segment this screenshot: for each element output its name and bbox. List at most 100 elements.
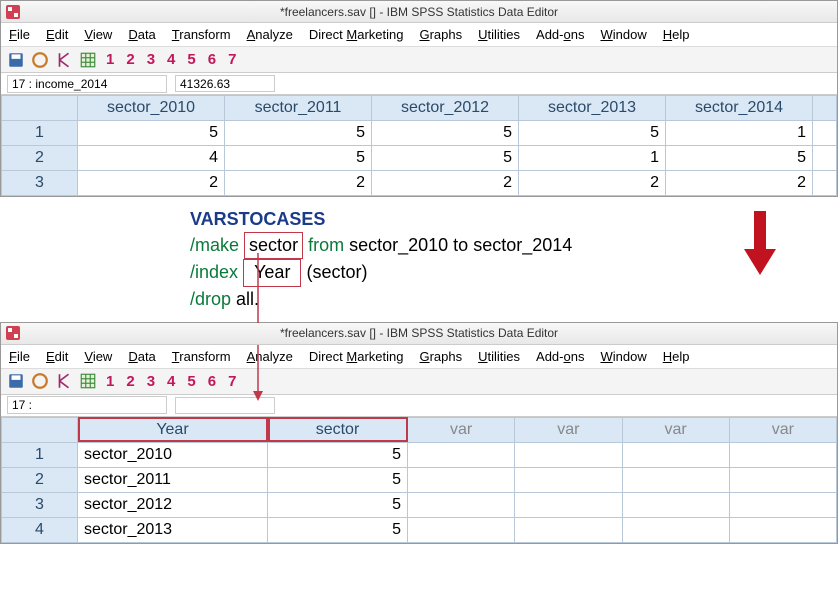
- menu-edit[interactable]: Edit: [46, 27, 68, 42]
- menu-help[interactable]: Help: [663, 27, 690, 42]
- data-cell-empty[interactable]: [515, 517, 622, 542]
- data-cell[interactable]: 5: [268, 442, 408, 467]
- data-grid[interactable]: sector_2010 sector_2011 sector_2012 sect…: [1, 95, 837, 196]
- col-header[interactable]: sector_2013: [519, 96, 666, 121]
- data-cell-empty[interactable]: [729, 442, 836, 467]
- menu-direct-marketing[interactable]: Direct Marketing: [309, 27, 404, 42]
- data-cell-empty[interactable]: [813, 146, 837, 171]
- data-cell-empty[interactable]: [622, 517, 729, 542]
- col-header-var[interactable]: var: [622, 417, 729, 442]
- data-cell-empty[interactable]: [408, 492, 515, 517]
- data-cell[interactable]: 5: [268, 467, 408, 492]
- col-header[interactable]: sector_2011: [225, 96, 372, 121]
- menu-view[interactable]: View: [84, 349, 112, 364]
- data-cell-empty[interactable]: [515, 442, 622, 467]
- row-header[interactable]: 1: [2, 121, 78, 146]
- table-row[interactable]: 245515: [2, 146, 837, 171]
- col-header[interactable]: sector_2012: [372, 96, 519, 121]
- data-cell-empty[interactable]: [622, 467, 729, 492]
- cell-value-box[interactable]: 41326.63: [175, 75, 275, 92]
- menu-edit[interactable]: Edit: [46, 349, 68, 364]
- menu-file[interactable]: File: [9, 349, 30, 364]
- data-cell[interactable]: 4: [78, 146, 225, 171]
- data-cell[interactable]: 5: [666, 146, 813, 171]
- row-header[interactable]: 2: [2, 146, 78, 171]
- menu-graphs[interactable]: Graphs: [419, 349, 462, 364]
- data-cell[interactable]: 1: [666, 121, 813, 146]
- goto-icon[interactable]: [55, 51, 73, 69]
- data-cell-empty[interactable]: [813, 121, 837, 146]
- menu-addons[interactable]: Add-ons: [536, 27, 584, 42]
- table-row[interactable]: 322222: [2, 171, 837, 196]
- data-cell-empty[interactable]: [729, 467, 836, 492]
- print-icon[interactable]: [31, 372, 49, 390]
- data-cell[interactable]: 2: [372, 171, 519, 196]
- row-header[interactable]: 3: [2, 492, 78, 517]
- menu-graphs[interactable]: Graphs: [419, 27, 462, 42]
- table-row[interactable]: 3sector_20125: [2, 492, 837, 517]
- col-header[interactable]: sector_2014: [666, 96, 813, 121]
- data-cell-empty[interactable]: [515, 492, 622, 517]
- data-cell-empty[interactable]: [408, 442, 515, 467]
- menu-data[interactable]: Data: [128, 349, 155, 364]
- toolbar-btn-7[interactable]: 7: [225, 373, 239, 390]
- menu-data[interactable]: Data: [128, 27, 155, 42]
- data-cell[interactable]: 5: [225, 121, 372, 146]
- data-cell-empty[interactable]: [408, 517, 515, 542]
- col-header-sector[interactable]: sector: [268, 417, 408, 442]
- cell-name-box[interactable]: 17 :: [7, 396, 167, 414]
- data-cell[interactable]: 5: [268, 492, 408, 517]
- col-header-var[interactable]: var: [408, 417, 515, 442]
- row-header[interactable]: 1: [2, 442, 78, 467]
- data-cell[interactable]: 5: [268, 517, 408, 542]
- menu-window[interactable]: Window: [600, 349, 646, 364]
- toolbar-btn-2[interactable]: 2: [123, 373, 137, 390]
- col-header-var[interactable]: var: [515, 417, 622, 442]
- goto-icon[interactable]: [55, 372, 73, 390]
- data-grid[interactable]: Year sector var var var var 1sector_2010…: [1, 417, 837, 543]
- data-cell[interactable]: 2: [519, 171, 666, 196]
- toolbar-btn-5[interactable]: 5: [184, 51, 198, 68]
- data-cell[interactable]: 5: [519, 121, 666, 146]
- toolbar-btn-5[interactable]: 5: [184, 373, 198, 390]
- grid-icon[interactable]: [79, 372, 97, 390]
- row-header[interactable]: 4: [2, 517, 78, 542]
- toolbar-btn-7[interactable]: 7: [225, 51, 239, 68]
- data-cell[interactable]: 2: [666, 171, 813, 196]
- toolbar-btn-3[interactable]: 3: [144, 51, 158, 68]
- data-cell[interactable]: 2: [78, 171, 225, 196]
- data-cell-empty[interactable]: [515, 467, 622, 492]
- toolbar-btn-4[interactable]: 4: [164, 373, 178, 390]
- menu-help[interactable]: Help: [663, 349, 690, 364]
- data-cell-empty[interactable]: [813, 171, 837, 196]
- toolbar-btn-4[interactable]: 4: [164, 51, 178, 68]
- toolbar-btn-1[interactable]: 1: [103, 51, 117, 68]
- menu-file[interactable]: File: [9, 27, 30, 42]
- col-header-year[interactable]: Year: [78, 417, 268, 442]
- data-cell[interactable]: 5: [78, 121, 225, 146]
- col-header-var[interactable]: var: [729, 417, 836, 442]
- row-header[interactable]: 2: [2, 467, 78, 492]
- toolbar-btn-1[interactable]: 1: [103, 373, 117, 390]
- menu-transform[interactable]: Transform: [172, 27, 231, 42]
- data-cell[interactable]: 1: [519, 146, 666, 171]
- grid-icon[interactable]: [79, 51, 97, 69]
- menu-utilities[interactable]: Utilities: [478, 349, 520, 364]
- menu-window[interactable]: Window: [600, 27, 646, 42]
- data-cell-empty[interactable]: [622, 492, 729, 517]
- save-icon[interactable]: [7, 372, 25, 390]
- table-row[interactable]: 1sector_20105: [2, 442, 837, 467]
- table-row[interactable]: 155551: [2, 121, 837, 146]
- data-cell[interactable]: sector_2011: [78, 467, 268, 492]
- table-row[interactable]: 4sector_20135: [2, 517, 837, 542]
- row-header[interactable]: 3: [2, 171, 78, 196]
- save-icon[interactable]: [7, 51, 25, 69]
- col-header[interactable]: sector_2010: [78, 96, 225, 121]
- toolbar-btn-6[interactable]: 6: [205, 373, 219, 390]
- data-cell[interactable]: 5: [225, 146, 372, 171]
- menu-addons[interactable]: Add-ons: [536, 349, 584, 364]
- menu-utilities[interactable]: Utilities: [478, 27, 520, 42]
- data-cell[interactable]: 5: [372, 146, 519, 171]
- toolbar-btn-6[interactable]: 6: [205, 51, 219, 68]
- toolbar-btn-3[interactable]: 3: [144, 373, 158, 390]
